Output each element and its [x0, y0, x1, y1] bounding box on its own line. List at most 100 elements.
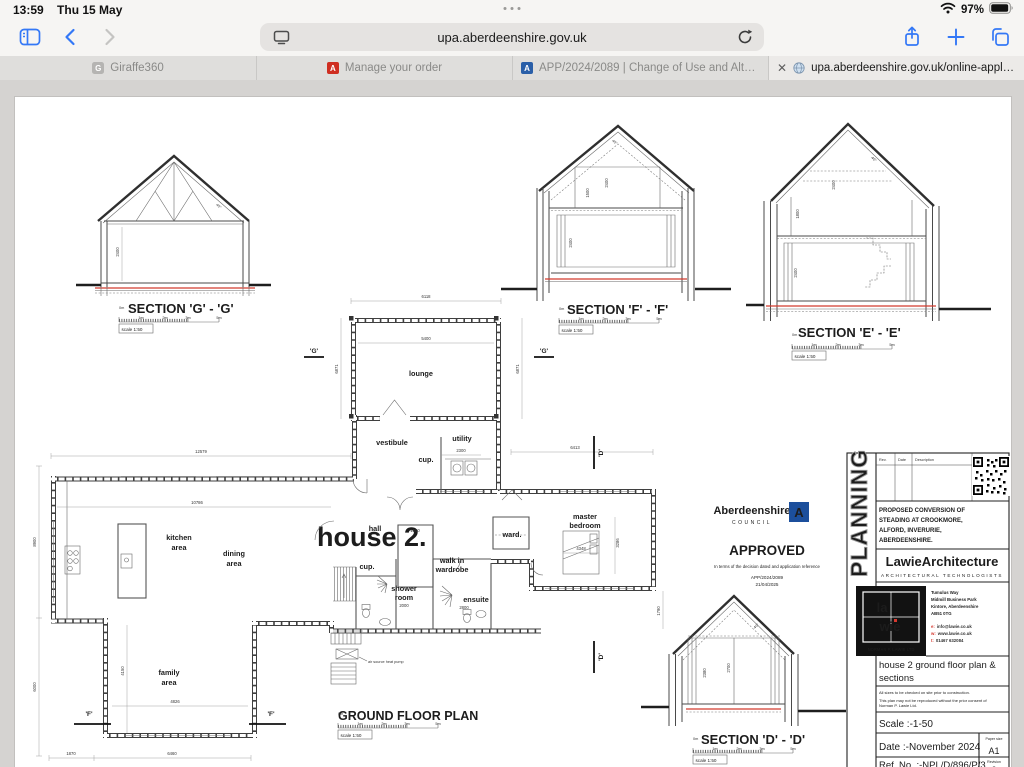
date-header: Date — [898, 458, 906, 462]
multitasking-dots-icon[interactable] — [504, 7, 521, 10]
room-label-utility: utility — [452, 434, 472, 443]
svg-text:0m: 0m — [693, 737, 698, 741]
svg-text:scale 1:50: scale 1:50 — [795, 354, 816, 359]
ipad-safari-screen: 13:59 Thu 15 May 97% — [0, 0, 1024, 767]
heat-pump-and-deck: air source heat pump — [331, 633, 404, 684]
room-label-walkin-1: walk in — [439, 556, 464, 565]
globe-favicon — [793, 62, 805, 74]
tab-active-upa-aberdeenshire[interactable]: ✕ upa.aberdeenshire.gov.uk/online-applic… — [768, 56, 1024, 80]
tab-manage-your-order[interactable]: A Manage your order — [256, 56, 512, 80]
back-button[interactable] — [58, 25, 82, 49]
svg-text:12579: 12579 — [195, 449, 207, 454]
browser-content[interactable]: 2400 40° SECTION 'G' - 'G' 2400 1 — [0, 80, 1024, 767]
address-line: AB51 0TG — [931, 611, 952, 616]
qr-code — [972, 456, 1010, 496]
status-time-date: 13:59 Thu 15 May — [13, 3, 122, 17]
svg-text:6413: 6413 — [570, 445, 580, 450]
planning-vertical-label: PLANNING — [846, 449, 872, 577]
paper-size-value: A1 — [988, 746, 999, 756]
battery-icon — [989, 2, 1014, 17]
logo-firm-name: NORMAN P. LAWIE LTD — [868, 647, 915, 652]
svg-text:'G': 'G' — [310, 348, 319, 355]
application-ref: APP/2024/2089 — [751, 575, 784, 580]
svg-text:1870: 1870 — [66, 751, 76, 756]
description-header: Description — [915, 458, 934, 462]
section-f-title: SECTION 'F' - 'F' — [567, 302, 668, 317]
dim-label: 2400 — [831, 180, 836, 190]
room-label-shower-1: shower — [391, 584, 417, 593]
safari-toolbar: upa.aberdeenshire.gov.uk — [0, 18, 1024, 56]
new-tab-icon[interactable] — [944, 25, 968, 49]
contact-email: e:info@lawie.co.uk — [931, 624, 972, 629]
tab-giraffe360[interactable]: G Giraffe360 — [0, 56, 256, 80]
address-bar[interactable]: upa.aberdeenshire.gov.uk — [260, 23, 764, 51]
tab-bar: G Giraffe360 A Manage your order A APP/2… — [0, 56, 1024, 81]
tab-label: Giraffe360 — [110, 62, 164, 74]
room-label-ward: ward. — [501, 530, 521, 539]
dim-label: 2700 — [726, 663, 731, 673]
scale-value: Scale :-1-50 — [879, 719, 933, 730]
room-label-vestibule: vestibule — [376, 438, 408, 447]
date-value: Date :-November 2024 — [879, 742, 981, 753]
tab-label: upa.aberdeenshire.gov.uk/online-applicat… — [811, 62, 1016, 74]
dim-label: 2000 — [399, 603, 409, 608]
svg-text:6460: 6460 — [167, 751, 177, 756]
svg-text:0m: 0m — [559, 307, 564, 311]
svg-text:A: A — [794, 505, 804, 520]
svg-text:2300: 2300 — [456, 448, 466, 453]
svg-text:0m: 0m — [119, 306, 124, 310]
project-line: PROPOSED CONVERSION OF — [879, 508, 965, 514]
svg-text:3286: 3286 — [615, 538, 620, 548]
svg-text:wie: wie — [879, 619, 901, 634]
room-label-kitchen-1: kitchen — [166, 533, 192, 542]
dim-label: 2400 — [568, 238, 573, 248]
approval-terms: In terms of the decision dated and appli… — [714, 564, 820, 569]
title-block: PLANNING Rev. Date Description — [846, 449, 1010, 767]
ref-number: Ref. No. :-NPL/D/896/P/3 — [879, 760, 986, 767]
dim-label: 2400 — [115, 247, 120, 257]
svg-text:scale 1:50: scale 1:50 — [696, 758, 717, 763]
svg-text:'D': 'D' — [598, 449, 605, 457]
section-e-title: SECTION 'E' - 'E' — [798, 325, 901, 340]
svg-text:6871: 6871 — [515, 364, 520, 374]
section-e-drawing: 2400 1800 2400 40° SECTION 'E' - 'E' — [746, 124, 991, 340]
roof-angle-label: 40° — [753, 623, 760, 630]
sidebar-toggle-icon[interactable] — [18, 25, 42, 49]
rev-header: Rev. — [879, 458, 887, 462]
dim-label: 1800 — [795, 209, 800, 219]
paper-size-label: Paper size — [986, 737, 1003, 741]
svg-text:scale 1:50: scale 1:50 — [122, 327, 143, 332]
tab-planning-application[interactable]: A APP/2024/2089 | Change of Use and Alte… — [512, 56, 768, 80]
svg-text:0m: 0m — [792, 333, 797, 337]
room-label-ensuite: ensuite — [463, 595, 489, 604]
utility-fittings — [445, 459, 491, 475]
svg-text:4150: 4150 — [120, 666, 125, 676]
dim-label: 2800 — [459, 605, 469, 610]
section-d-title: SECTION 'D' - 'D' — [701, 732, 805, 747]
svg-text:la: la — [877, 600, 889, 615]
dim-label: 2380 — [702, 668, 707, 678]
dim-label: 1500 — [410, 528, 420, 533]
website-settings-icon[interactable] — [272, 28, 291, 51]
ground-floor-plan-drawing: house 2. — [32, 294, 663, 761]
reload-icon[interactable] — [736, 28, 754, 51]
room-label-hall: hall — [369, 524, 382, 533]
svg-text:6000: 6000 — [32, 682, 37, 692]
tab-overview-icon[interactable] — [988, 25, 1012, 49]
forward-button[interactable] — [98, 25, 122, 49]
room-label-shower-2: room — [395, 593, 414, 602]
pdf-drawing-sheet: 2400 40° SECTION 'G' - 'G' 2400 1 — [14, 96, 1012, 767]
tab-close-icon[interactable]: ✕ — [777, 61, 787, 75]
room-label-cup-hall: cup. — [360, 562, 375, 571]
svg-text:'F': 'F' — [85, 711, 93, 718]
note-line: All sizes to be checked on site prior to… — [879, 690, 970, 695]
battery-percent: 97% — [961, 4, 984, 16]
share-icon[interactable] — [900, 25, 924, 49]
council-sub: COUNCIL — [732, 520, 772, 526]
svg-text:5400: 5400 — [421, 336, 431, 341]
council-name: Aberdeenshire — [713, 505, 790, 517]
order-favicon: A — [327, 62, 339, 74]
firm-subtitle: ARCHITECTURAL TECHNOLOGISTS — [881, 573, 1003, 578]
contact-phone: t:01467 632084 — [931, 638, 964, 643]
svg-text:'G': 'G' — [540, 348, 549, 355]
